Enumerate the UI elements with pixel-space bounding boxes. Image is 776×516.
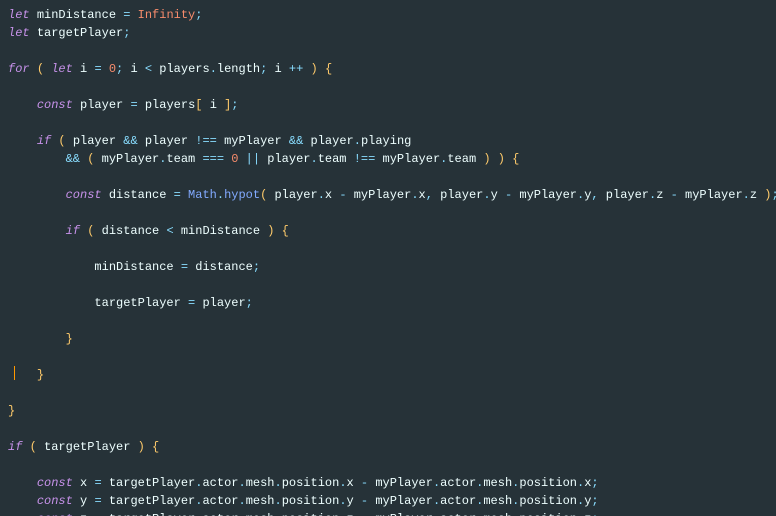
code-line: minDistance = distance; xyxy=(8,260,260,274)
code-line: const x = targetPlayer.actor.mesh.positi… xyxy=(8,476,599,490)
code-line: if ( targetPlayer ) { xyxy=(8,440,159,454)
code-line: if ( player && player !== myPlayer && pl… xyxy=(8,134,411,148)
code-line: let minDistance = Infinity; xyxy=(8,8,202,22)
code-line: const distance = Math.hypot( player.x - … xyxy=(8,188,776,202)
code-line: && ( myPlayer.team === 0 || player.team … xyxy=(8,152,519,166)
code-line: } xyxy=(8,404,15,418)
cursor xyxy=(14,366,15,380)
code-line: for ( let i = 0; i < players.length; i +… xyxy=(8,62,332,76)
code-line: } xyxy=(8,332,73,346)
code-line: const player = players[ i ]; xyxy=(8,98,239,112)
code-line: let targetPlayer; xyxy=(8,26,130,40)
code-line: if ( distance < minDistance ) { xyxy=(8,224,289,238)
code-line: const y = targetPlayer.actor.mesh.positi… xyxy=(8,494,599,508)
code-line: targetPlayer = player; xyxy=(8,296,253,310)
code-editor[interactable]: let minDistance = Infinity; let targetPl… xyxy=(0,0,776,516)
code-line: const z = targetPlayer.actor.mesh.positi… xyxy=(8,512,599,516)
